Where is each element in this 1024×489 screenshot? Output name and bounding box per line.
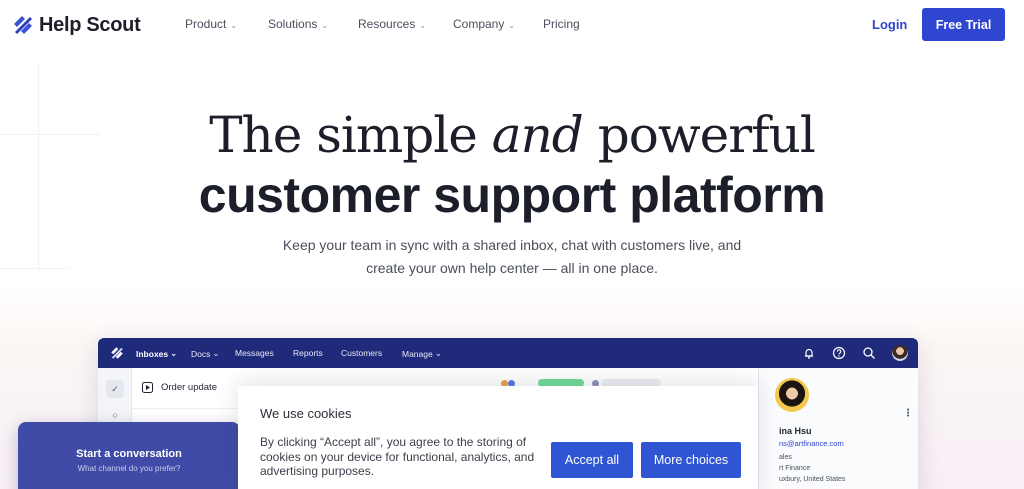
search-icon	[863, 347, 875, 359]
app-nav-inboxes: Inboxes ⌄	[136, 348, 177, 359]
hero-text: powerful	[582, 106, 816, 164]
nav-label: Product	[185, 17, 227, 31]
customer-role: ales	[779, 454, 792, 461]
chevron-down-icon: ⌄	[230, 20, 238, 30]
helpscout-logo[interactable]: Help Scout	[12, 12, 141, 38]
app-nav-label: Customers	[341, 348, 383, 358]
app-nav-label: Reports	[293, 348, 323, 358]
chevron-down-icon: ⌄	[419, 20, 427, 30]
app-nav-customers: Customers	[341, 348, 382, 358]
hero-headline-line2: customer support platform	[198, 167, 826, 223]
check-icon: ✓	[106, 380, 124, 398]
login-link[interactable]: Login	[872, 17, 907, 32]
chevron-down-icon: ⌄	[170, 348, 178, 358]
bell-icon	[805, 348, 813, 359]
chevron-down-icon: ⌄	[212, 348, 220, 358]
accept-all-button[interactable]: Accept all	[551, 442, 633, 478]
decorative-grid-line	[0, 268, 70, 269]
nav-resources[interactable]: Resources ⌄	[358, 17, 426, 31]
user-avatar	[892, 345, 908, 361]
more-choices-button[interactable]: More choices	[641, 442, 741, 478]
chevron-down-icon: ⌄	[321, 20, 329, 30]
helpscout-logo-icon	[14, 16, 32, 34]
play-icon	[142, 382, 153, 393]
hero-emphasis: and	[491, 106, 584, 164]
chevron-down-icon: ⌄	[508, 20, 516, 30]
customer-name: ina Hsu	[779, 426, 812, 436]
app-nav-docs: Docs ⌄	[191, 348, 220, 359]
customer-photo	[775, 378, 809, 412]
customer-profile-panel: ⋮ ina Hsu ns@artfinance.com ales rt Fina…	[758, 368, 918, 489]
nav-solutions[interactable]: Solutions ⌄	[268, 17, 328, 31]
conversation-title: Order update	[161, 382, 217, 393]
more-vertical-icon: ⋮	[903, 408, 913, 419]
customer-company: rt Finance	[779, 465, 811, 472]
app-logo-icon	[111, 347, 123, 359]
chat-widget[interactable]: Start a conversation What channel do you…	[18, 422, 240, 489]
app-nav-manage: Manage ⌄	[402, 348, 442, 359]
nav-label: Company	[453, 17, 505, 31]
nav-label: Pricing	[543, 17, 580, 31]
brand-name: Help Scout	[39, 13, 141, 36]
hero-text: The simple	[209, 106, 492, 164]
app-nav-reports: Reports	[293, 348, 323, 358]
chevron-down-icon: ⌄	[434, 348, 442, 358]
app-nav-messages: Messages	[235, 348, 274, 358]
app-nav-label: Messages	[235, 348, 274, 358]
nav-company[interactable]: Company ⌄	[453, 17, 515, 31]
nav-product[interactable]: Product ⌄	[185, 17, 237, 31]
chat-subtitle: What channel do you prefer?	[77, 464, 181, 473]
conversation-header: Order update	[142, 382, 217, 393]
nav-label: Resources	[358, 17, 416, 31]
free-trial-button[interactable]: Free Trial	[922, 8, 1005, 41]
hero-subtitle: Keep your team in sync with a shared inb…	[282, 237, 742, 276]
cookie-text: By clicking “Accept all”, you agree to t…	[260, 435, 535, 478]
customer-location: uxbury, United States	[779, 476, 846, 483]
nav-label: Solutions	[268, 17, 318, 31]
help-icon	[832, 346, 846, 360]
cookie-title: We use cookies	[260, 406, 352, 421]
app-top-bar: Inboxes ⌄ Docs ⌄ Messages Reports Customer…	[98, 338, 918, 368]
cookie-banner: We use cookies By clicking “Accept all”,…	[238, 386, 758, 489]
chat-title: Start a conversation	[76, 448, 182, 460]
app-nav-label: Inboxes	[136, 348, 169, 359]
app-nav-label: Docs	[191, 348, 211, 359]
customer-email: ns@artfinance.com	[779, 439, 844, 448]
hero-headline-line1: The simple and powerful	[0, 106, 1024, 164]
nav-pricing[interactable]: Pricing	[543, 17, 580, 31]
app-nav-label: Manage	[402, 348, 433, 359]
